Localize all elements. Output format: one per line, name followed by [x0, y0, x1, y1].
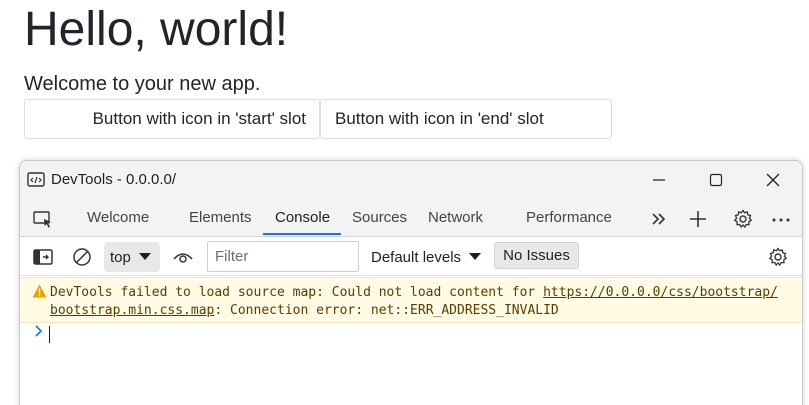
filter-input[interactable]: [207, 241, 359, 272]
app-root: Hello, world! Welcome to your new app. B…: [0, 0, 809, 405]
active-tab-indicator: [263, 233, 341, 235]
more-options-icon[interactable]: [770, 208, 792, 230]
end-slot-button-label: Button with icon in 'end' slot: [335, 109, 544, 128]
console-input[interactable]: [46, 323, 786, 347]
text-caret: [49, 326, 50, 343]
devtools-window-title: DevTools - 0.0.0.0/: [51, 171, 177, 188]
inspect-element-icon[interactable]: [32, 208, 54, 230]
console-prompt-chevron-icon: [35, 325, 43, 337]
tab-elements[interactable]: Elements: [189, 199, 252, 237]
warning-prefix: DevTools failed to load source map: Coul…: [50, 285, 544, 300]
tab-welcome[interactable]: Welcome: [87, 199, 149, 237]
context-selector[interactable]: top: [104, 242, 160, 272]
log-levels-dropdown[interactable]: Default levels: [371, 242, 482, 272]
warning-text: DevTools failed to load source map: Coul…: [50, 284, 780, 320]
clear-console-icon[interactable]: [71, 246, 93, 268]
context-selector-value: top: [110, 248, 131, 266]
minimize-button[interactable]: [630, 161, 688, 199]
add-tab-icon[interactable]: [687, 208, 709, 230]
start-slot-button-label: Button with icon in 'start' slot: [92, 109, 306, 128]
settings-gear-icon[interactable]: [732, 208, 754, 230]
maximize-icon: [709, 173, 723, 187]
devtools-titlebar[interactable]: DevTools - 0.0.0.0/: [20, 161, 802, 199]
tab-sources[interactable]: Sources: [352, 199, 407, 237]
issues-button[interactable]: No Issues: [494, 242, 579, 269]
devtools-app-icon: [27, 172, 45, 187]
console-toolbar: top Default levels No Issues: [20, 238, 802, 276]
page-subtitle: Welcome to your new app.: [24, 73, 261, 95]
console-warning-message: DevTools failed to load source map: Coul…: [20, 277, 802, 323]
minimize-icon: [653, 179, 665, 181]
maximize-button[interactable]: [687, 161, 745, 199]
dropdown-arrow-icon: [138, 253, 151, 260]
console-settings-gear-icon[interactable]: [767, 246, 789, 268]
sidebar-toggle-icon[interactable]: [32, 246, 54, 268]
warning-triangle-icon: [32, 284, 47, 298]
warning-suffix: : Connection error: net::ERR_ADDRESS_INV…: [214, 303, 559, 318]
devtools-window: DevTools - 0.0.0.0/ Welcome Elements Con…: [19, 160, 803, 405]
start-slot-button[interactable]: Button with icon in 'start' slot: [24, 99, 320, 139]
devtools-tabbar: Welcome Elements Console Sources Network…: [20, 199, 802, 237]
page-title: Hello, world!: [24, 3, 289, 56]
dropdown-arrow-icon: [469, 253, 482, 260]
log-levels-value: Default levels: [371, 248, 462, 266]
end-slot-button[interactable]: Button with icon in 'end' slot: [320, 99, 612, 139]
more-tabs-icon[interactable]: [648, 208, 670, 230]
live-expression-eye-icon[interactable]: [172, 246, 194, 268]
tab-network[interactable]: Network: [428, 199, 483, 237]
tab-performance[interactable]: Performance: [526, 199, 612, 237]
tab-console[interactable]: Console: [275, 199, 330, 237]
issues-button-label: No Issues: [503, 247, 570, 264]
close-icon: [766, 173, 780, 187]
close-button[interactable]: [744, 161, 802, 199]
button-row: Button with icon in 'start' slot Button …: [24, 99, 612, 139]
